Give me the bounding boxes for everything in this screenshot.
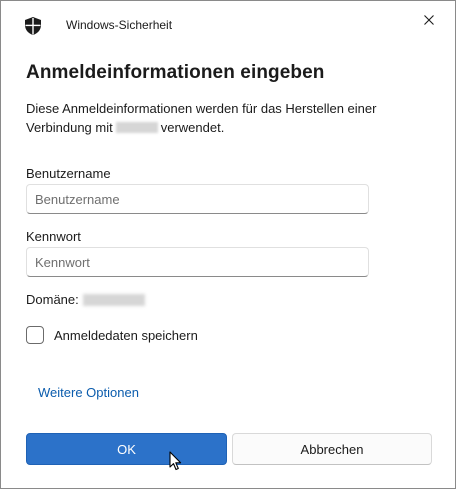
ok-button[interactable]: OK: [26, 433, 227, 465]
username-input[interactable]: [26, 184, 369, 214]
title-bar: Windows-Sicherheit: [1, 1, 455, 45]
dialog-heading: Anmeldeinformationen eingeben: [26, 62, 325, 83]
more-options-link[interactable]: Weitere Optionen: [38, 385, 139, 400]
window-title: Windows-Sicherheit: [66, 18, 173, 32]
domain-label: Domäne:: [26, 292, 79, 307]
dialog-description: Diese Anmeldeinformationen werden für da…: [26, 99, 436, 137]
ok-button-label: OK: [117, 441, 136, 457]
remember-credentials-row[interactable]: Anmeldedaten speichern: [26, 326, 198, 344]
remember-credentials-label: Anmeldedaten speichern: [54, 327, 198, 343]
remember-credentials-checkbox[interactable]: [26, 326, 44, 344]
close-icon: [424, 15, 434, 25]
description-text-end: verwendet.: [160, 120, 225, 135]
redacted-domain-value: [82, 293, 145, 306]
cancel-button-label: Abbrechen: [300, 441, 364, 457]
cancel-button[interactable]: Abbrechen: [232, 433, 432, 465]
close-button[interactable]: [417, 9, 441, 31]
redacted-server-name: [115, 122, 158, 133]
shield-icon: [25, 17, 41, 35]
password-input[interactable]: [26, 247, 369, 277]
password-label: Kennwort: [26, 229, 81, 244]
username-label: Benutzername: [26, 166, 111, 181]
domain-row: Domäne:: [26, 292, 145, 307]
credential-dialog: Windows-Sicherheit Anmeldeinformationen …: [0, 0, 456, 489]
